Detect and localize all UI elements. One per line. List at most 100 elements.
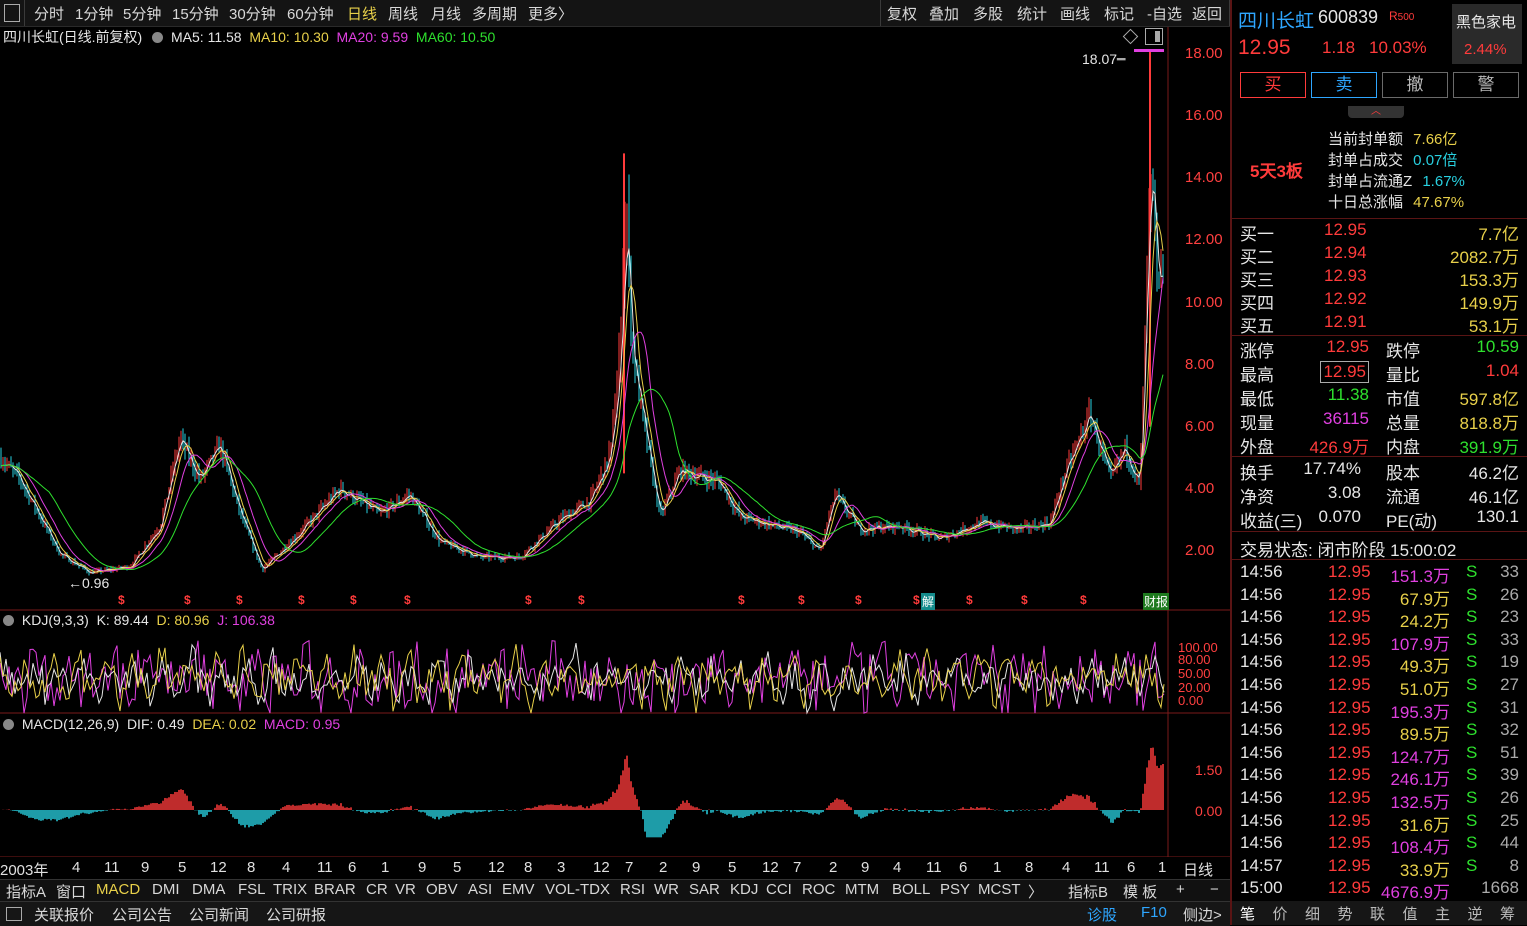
indicator-tab-4[interactable]: DMA: [192, 881, 225, 898]
period-tab-7[interactable]: 周线: [388, 3, 418, 24]
indicator-right-2[interactable]: +: [1176, 881, 1185, 898]
indicator-right-1[interactable]: 模 板: [1123, 881, 1157, 902]
dividend-marker[interactable]: $: [913, 593, 920, 607]
detail-tab-7[interactable]: 逆: [1468, 903, 1483, 924]
indicator-tab-11[interactable]: ASI: [468, 881, 492, 898]
stock-name[interactable]: 四川长虹: [1238, 6, 1314, 33]
detail-tab-4[interactable]: 联: [1370, 903, 1385, 924]
indicator-tab-10[interactable]: OBV: [426, 881, 458, 898]
collapse-tab[interactable]: ︿: [1348, 106, 1404, 118]
indicator-tab-14[interactable]: RSI: [620, 881, 645, 898]
dividend-marker[interactable]: $: [578, 593, 585, 607]
tick-row[interactable]: 14:56 12.95 24.2万 S 23: [1232, 607, 1527, 631]
period-tab-0[interactable]: 分时: [34, 3, 64, 24]
period-tab-6[interactable]: 日线: [347, 3, 377, 24]
indicator-tab-2[interactable]: MACD: [96, 881, 140, 898]
trade-button-0[interactable]: 买: [1240, 72, 1306, 98]
panel-icon[interactable]: [6, 907, 22, 921]
indicator-tab-0[interactable]: 指标A: [6, 881, 46, 902]
trade-button-2[interactable]: 撤: [1382, 72, 1448, 98]
period-tab-1[interactable]: 1分钟: [75, 3, 113, 24]
detail-tab-5[interactable]: 值: [1403, 903, 1418, 924]
period-tab-10[interactable]: 更多〉: [528, 3, 573, 24]
detail-tab-6[interactable]: 主: [1435, 903, 1450, 924]
detail-tab-3[interactable]: 势: [1338, 903, 1353, 924]
indicator-tab-24[interactable]: 〉: [1028, 881, 1043, 902]
period-tab-4[interactable]: 30分钟: [229, 3, 276, 24]
tick-row[interactable]: 14:56 12.95 132.5万 S 26: [1232, 788, 1527, 812]
indicator-tab-12[interactable]: EMV: [502, 881, 535, 898]
tick-row[interactable]: 14:56 12.95 31.6万 S 25: [1232, 811, 1527, 835]
indicator-tab-6[interactable]: TRIX: [273, 881, 307, 898]
tool-button-0[interactable]: 复权: [887, 3, 917, 24]
period-tab-9[interactable]: 多周期: [472, 3, 517, 24]
indicator-tab-7[interactable]: BRAR: [314, 881, 356, 898]
report-marker[interactable]: 财报: [1143, 593, 1170, 610]
status-tab-2[interactable]: 公司新闻: [189, 904, 249, 925]
indicator-tab-16[interactable]: SAR: [689, 881, 720, 898]
period-tab-8[interactable]: 月线: [431, 3, 461, 24]
tick-row[interactable]: 14:56 12.95 89.5万 S 32: [1232, 720, 1527, 744]
status-right-0[interactable]: 诊股: [1087, 904, 1117, 925]
tool-button-3[interactable]: 统计: [1017, 3, 1047, 24]
dividend-marker[interactable]: $: [1021, 593, 1028, 607]
dividend-marker[interactable]: $: [1080, 593, 1087, 607]
indicator-tab-19[interactable]: ROC: [802, 881, 835, 898]
tick-row[interactable]: 14:57 12.95 33.9万 S 8: [1232, 856, 1527, 880]
tool-button-5[interactable]: 标记: [1104, 3, 1134, 24]
indicator-tab-20[interactable]: MTM: [845, 881, 879, 898]
tick-row[interactable]: 15:00 12.95 4676.9万 1668: [1232, 878, 1527, 902]
tick-row[interactable]: 14:56 12.95 51.0万 S 27: [1232, 675, 1527, 699]
tool-button-6[interactable]: -自选: [1147, 3, 1182, 24]
indicator-tab-23[interactable]: MCST: [978, 881, 1021, 898]
status-tab-1[interactable]: 公司公告: [112, 904, 172, 925]
indicator-tab-17[interactable]: KDJ: [730, 881, 758, 898]
tool-button-1[interactable]: 叠加: [929, 3, 959, 24]
indicator-tab-22[interactable]: PSY: [940, 881, 970, 898]
status-right-1[interactable]: F10: [1141, 904, 1167, 921]
indicator-tab-5[interactable]: FSL: [238, 881, 266, 898]
dividend-marker[interactable]: $: [236, 593, 243, 607]
tick-row[interactable]: 14:56 12.95 151.3万 S 33: [1232, 562, 1527, 586]
status-tab-0[interactable]: 关联报价: [34, 904, 94, 925]
dividend-marker[interactable]: $: [350, 593, 357, 607]
indicator-tab-8[interactable]: CR: [366, 881, 388, 898]
period-tab-3[interactable]: 15分钟: [172, 3, 219, 24]
indicator-tab-9[interactable]: VR: [395, 881, 416, 898]
kline-chart[interactable]: 四川长虹(日线.前复权) MA5: 11.58 MA10: 10.30 MA20…: [0, 27, 1230, 857]
detail-tab-0[interactable]: 笔: [1240, 903, 1255, 924]
tick-row[interactable]: 14:56 12.95 49.3万 S 19: [1232, 652, 1527, 676]
indicator-tab-1[interactable]: 窗口: [56, 881, 86, 902]
indicator-tab-13[interactable]: VOL-TDX: [545, 881, 610, 898]
tool-button-2[interactable]: 多股: [973, 3, 1003, 24]
detail-tab-8[interactable]: 筹: [1500, 903, 1515, 924]
tick-row[interactable]: 14:56 12.95 246.1万 S 39: [1232, 765, 1527, 789]
sector-box[interactable]: 黑色家电 2.44%: [1452, 4, 1522, 64]
indicator-right-3[interactable]: −: [1210, 881, 1219, 898]
dividend-marker[interactable]: $: [184, 593, 191, 607]
indicator-tab-15[interactable]: WR: [654, 881, 679, 898]
detail-tab-1[interactable]: 价: [1273, 903, 1288, 924]
menu-icon[interactable]: [4, 4, 20, 22]
detail-tab-2[interactable]: 细: [1305, 903, 1320, 924]
tick-row[interactable]: 14:56 12.95 108.4万 S 44: [1232, 833, 1527, 857]
dividend-marker[interactable]: $: [404, 593, 411, 607]
dividend-marker[interactable]: $: [298, 593, 305, 607]
trade-button-1[interactable]: 卖: [1311, 72, 1377, 98]
dividend-marker[interactable]: $: [118, 593, 125, 607]
indicator-tab-18[interactable]: CCI: [766, 881, 792, 898]
indicator-tab-3[interactable]: DMI: [152, 881, 180, 898]
macd-collapse-icon[interactable]: [3, 719, 14, 730]
period-tab-5[interactable]: 60分钟: [287, 3, 334, 24]
indicator-tab-21[interactable]: BOLL: [892, 881, 930, 898]
period-tab-2[interactable]: 5分钟: [123, 3, 161, 24]
tick-row[interactable]: 14:56 12.95 107.9万 S 33: [1232, 630, 1527, 654]
unlock-marker[interactable]: 解: [921, 593, 936, 610]
kdj-collapse-icon[interactable]: [3, 615, 14, 626]
dividend-marker[interactable]: $: [798, 593, 805, 607]
tick-row[interactable]: 14:56 12.95 67.9万 S 26: [1232, 585, 1527, 609]
dividend-marker[interactable]: $: [525, 593, 532, 607]
trade-button-3[interactable]: 警: [1453, 72, 1519, 98]
tool-button-4[interactable]: 画线: [1060, 3, 1090, 24]
tick-row[interactable]: 14:56 12.95 195.3万 S 31: [1232, 698, 1527, 722]
